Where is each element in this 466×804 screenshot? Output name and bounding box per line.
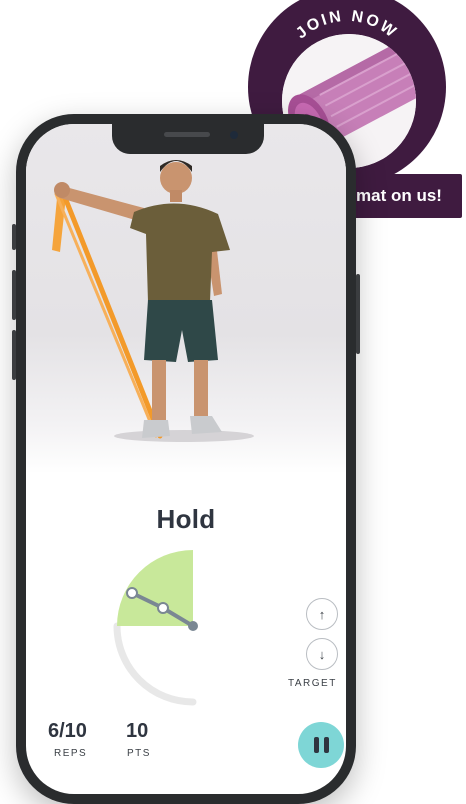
gauge-pivot-point: [188, 621, 198, 631]
pause-icon-bar: [313, 737, 319, 753]
exercise-status: Hold: [156, 504, 216, 534]
phone-volume-up: [12, 270, 16, 320]
gauge-target-zone: [117, 550, 193, 626]
pause-button[interactable]: [298, 722, 344, 768]
phone-volume-down: [12, 330, 16, 380]
points-label: PTS: [127, 748, 151, 759]
arrow-up-icon: ↑: [318, 606, 326, 622]
gauge-track: [113, 622, 197, 706]
pause-icon-bar: [323, 737, 329, 753]
app-screen: Hold ↑ ↓ TARGET 6/10 REPS 10 PTS: [26, 124, 346, 794]
reps-value: 6/10: [48, 720, 87, 742]
arrow-down-icon: ↓: [318, 646, 326, 662]
target-up-button[interactable]: ↑: [306, 598, 338, 630]
range-of-motion-gauge: [113, 550, 198, 706]
exercise-photo: [26, 124, 346, 474]
reps-label: REPS: [54, 748, 88, 759]
phone-notch: [112, 124, 264, 154]
notch-camera: [230, 131, 238, 139]
target-down-button[interactable]: ↓: [306, 638, 338, 670]
notch-speaker: [164, 132, 210, 137]
phone-side-button: [12, 224, 16, 250]
phone-power-button: [356, 274, 360, 354]
gauge-joint-point: [157, 602, 169, 614]
phone-frame: Hold ↑ ↓ TARGET 6/10 REPS 10 PTS: [12, 114, 360, 804]
points-value: 10: [126, 720, 149, 742]
promo-ribbon-text: mat on us!: [356, 186, 442, 205]
gauge-joint-point: [126, 587, 138, 599]
target-label: TARGET: [288, 678, 337, 689]
